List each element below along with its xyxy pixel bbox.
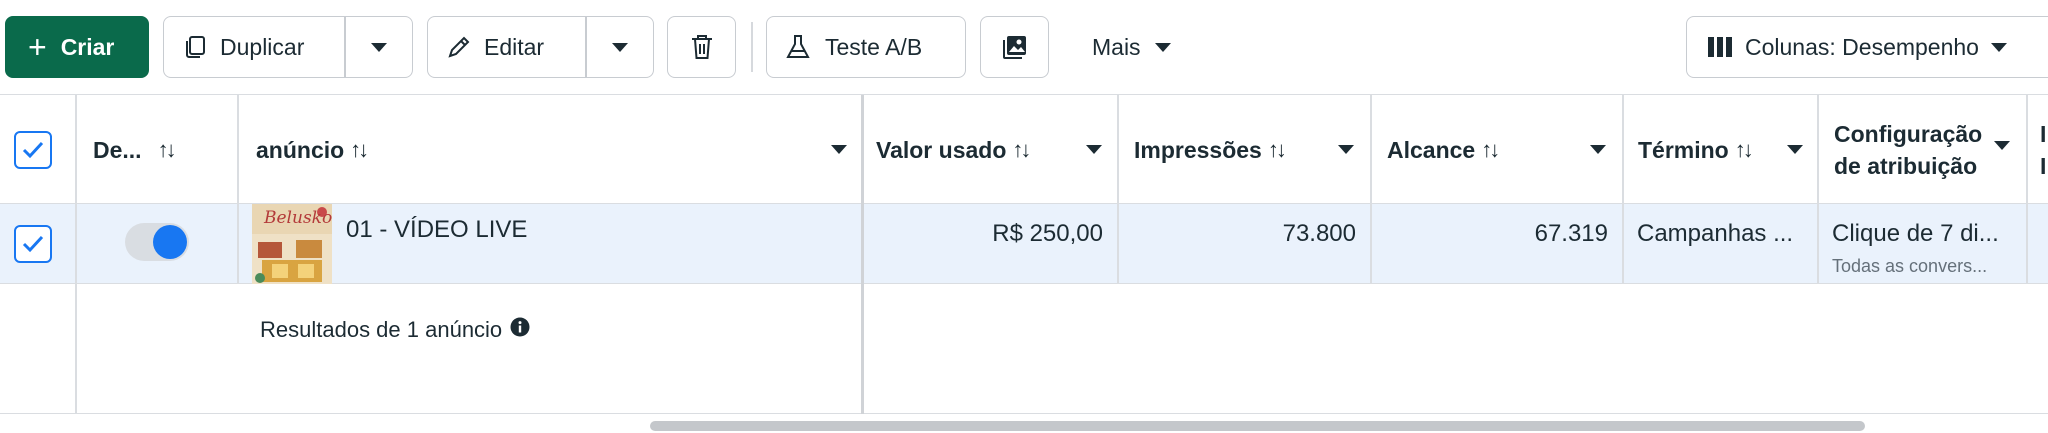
delete-button[interactable] [667, 16, 736, 78]
attribution-header-line1: Configuração [1834, 121, 1983, 147]
column-header-ends[interactable]: Término ↑↓ [1638, 95, 1754, 205]
columns-icon [1707, 36, 1733, 58]
impressions-value: 73.800 [1282, 220, 1356, 247]
trash-icon [689, 33, 715, 61]
ends-cell: Campanhas ... [1637, 204, 1793, 284]
caret-down-icon[interactable] [1994, 141, 2010, 150]
caret-down-icon [1154, 42, 1171, 52]
ab-test-button[interactable]: Teste A/B [766, 16, 966, 78]
toolbar: + Criar Duplicar Editar Teste A/B Mais C… [0, 0, 2048, 94]
select-all-checkbox[interactable] [14, 95, 52, 205]
attribution-subtext: Todas as convers... [1832, 256, 1988, 276]
reach-value: 67.319 [1534, 220, 1608, 247]
ad-name-cell[interactable]: 01 - VÍDEO LIVE [346, 204, 527, 284]
caret-down-icon [612, 42, 628, 52]
flask-icon [785, 33, 811, 61]
duplicate-dropdown-button[interactable] [346, 17, 412, 77]
info-icon[interactable] [510, 317, 530, 343]
caret-down-icon[interactable] [1590, 145, 1606, 154]
results-label: Resultados de 1 anúncio [260, 317, 503, 342]
column-header-reach[interactable]: Alcance ↑↓ [1387, 95, 1500, 205]
amount-spent-value: R$ 250,00 [992, 220, 1103, 247]
reach-cell: 67.319 [1372, 204, 1608, 284]
edit-button[interactable]: Editar [427, 16, 654, 78]
caret-down-icon [371, 42, 387, 52]
more-button[interactable]: Mais [1078, 16, 1198, 78]
plus-icon: + [28, 29, 47, 65]
row-checkbox[interactable] [14, 204, 52, 284]
caret-down-icon[interactable] [1787, 145, 1803, 154]
amount-spent-header-label: Valor usado [876, 136, 1007, 163]
attribution-header-line2: de atribuição [1834, 153, 1978, 179]
delivery-header-label: De... [93, 136, 142, 163]
check-icon [22, 141, 44, 159]
ab-test-label: Teste A/B [825, 33, 923, 60]
table-row[interactable]: Belusko 01 - VÍDEO LIVE R$ 250,00 73.800… [0, 204, 2048, 284]
column-header-amount-spent[interactable]: Valor usado ↑↓ [876, 95, 1031, 205]
ad-name[interactable]: 01 - VÍDEO LIVE [346, 216, 527, 244]
check-icon [22, 235, 44, 253]
reach-header-label: Alcance [1387, 136, 1476, 163]
create-button[interactable]: + Criar [5, 16, 149, 78]
ends-value: Campanhas ... [1637, 220, 1794, 247]
thumbnail-logo-text: Belusko [264, 208, 332, 228]
image-icon [1001, 33, 1029, 61]
horizontal-scrollbar[interactable] [650, 421, 1865, 431]
sort-icon: ↑↓ [1012, 137, 1031, 162]
attribution-value: Clique de 7 di... [1832, 220, 1999, 247]
caret-down-icon[interactable] [1338, 145, 1354, 154]
cut-off-header-label: I [2040, 121, 2047, 147]
duplicate-icon [182, 34, 208, 60]
column-header-cut-off[interactable]: I I [2040, 95, 2046, 205]
edit-label: Editar [484, 33, 545, 60]
caret-down-icon[interactable] [1086, 145, 1102, 154]
column-header-impressions[interactable]: Impressões ↑↓ [1134, 95, 1287, 205]
sort-icon: ↑↓ [1481, 137, 1500, 162]
table-header: De... ↑↓ anúncio ↑↓ Valor usado ↑↓ Impre… [0, 94, 2048, 205]
columns-button[interactable]: Colunas: Desempenho [1686, 16, 2048, 78]
ad-header-label: anúncio [256, 136, 345, 163]
toolbar-divider [751, 22, 753, 72]
sort-icon: ↑↓ [1267, 137, 1287, 162]
table-footer: Resultados de 1 anúncio [0, 284, 2048, 414]
caret-down-icon [1990, 42, 2007, 52]
column-header-ad[interactable]: anúncio ↑↓ [256, 95, 369, 205]
edit-dropdown-button[interactable] [587, 17, 653, 77]
duplicate-label: Duplicar [220, 33, 305, 60]
impressions-cell: 73.800 [1119, 204, 1356, 284]
pencil-icon [446, 34, 472, 60]
delivery-toggle[interactable] [125, 223, 189, 261]
results-summary: Resultados de 1 anúncio [260, 284, 530, 364]
attribution-cell: Clique de 7 di... Todas as convers... [1832, 204, 1999, 284]
sort-icon: ↑↓ [1734, 137, 1754, 162]
sort-icon: ↑↓ [157, 137, 177, 162]
columns-label: Colunas: Desempenho [1745, 33, 1979, 60]
ends-header-label: Término [1638, 136, 1729, 163]
creative-button[interactable] [980, 16, 1049, 78]
toggle-knob [153, 225, 187, 259]
ads-table: De... ↑↓ anúncio ↑↓ Valor usado ↑↓ Impre… [0, 94, 2048, 416]
sort-icon: ↑↓ [350, 137, 369, 162]
cut-off-header-label-2: I [2040, 153, 2047, 179]
caret-down-icon[interactable] [831, 145, 847, 154]
ad-thumbnail[interactable]: Belusko [252, 204, 332, 284]
create-label: Criar [60, 33, 115, 60]
column-header-delivery[interactable]: De... ↑↓ [93, 95, 177, 205]
column-header-attribution[interactable]: Configuração de atribuição [1834, 95, 1982, 205]
amount-spent-cell: R$ 250,00 [864, 204, 1103, 284]
impressions-header-label: Impressões [1134, 136, 1262, 163]
duplicate-button[interactable]: Duplicar [163, 16, 413, 78]
more-label: Mais [1092, 33, 1141, 60]
